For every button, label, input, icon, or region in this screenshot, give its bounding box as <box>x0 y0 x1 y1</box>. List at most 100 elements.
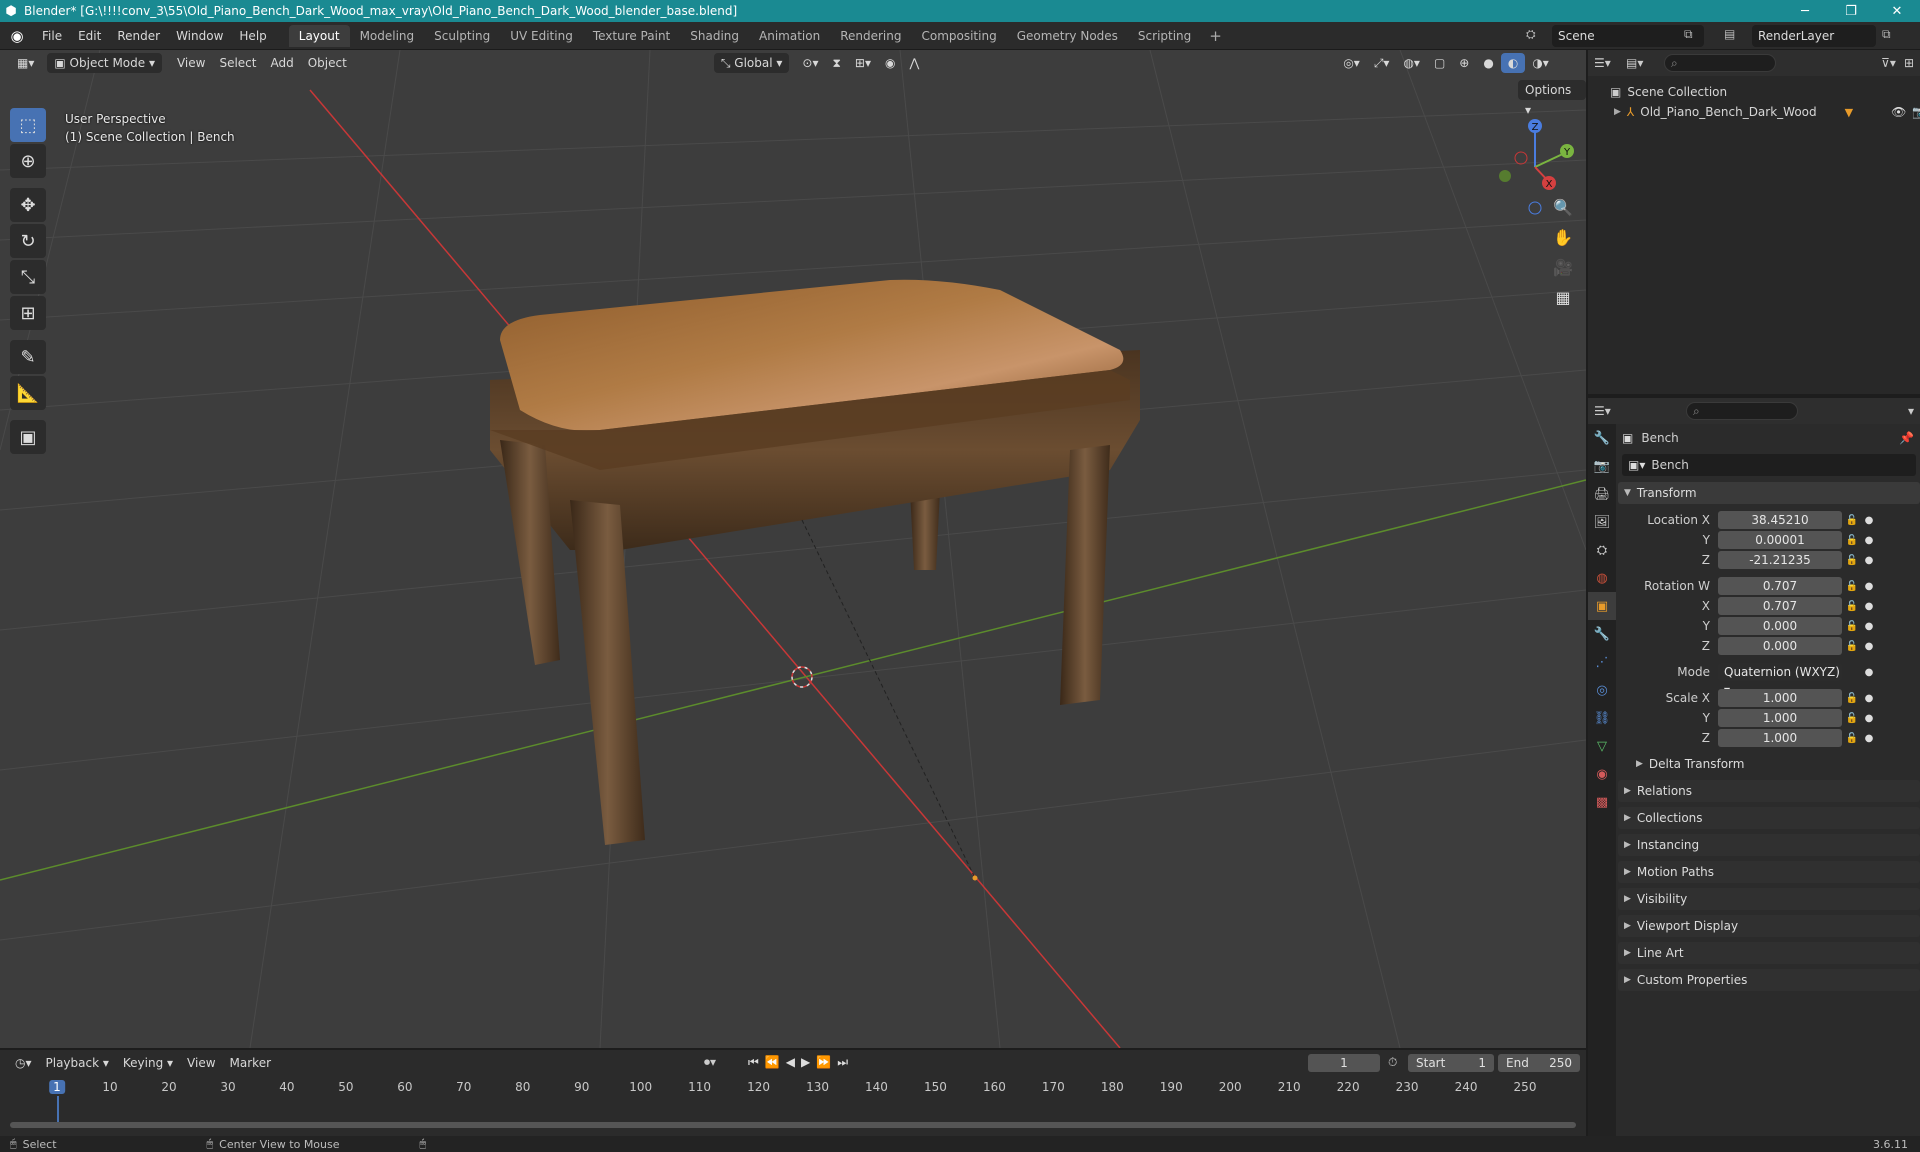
keyframe-dot-icon[interactable]: ● <box>1862 535 1876 546</box>
minimize-button[interactable]: ─ <box>1782 0 1828 22</box>
location-y-field[interactable]: 0.00001 <box>1718 531 1842 549</box>
solid-shading-icon[interactable]: ● <box>1476 53 1500 73</box>
scene-tab-icon[interactable]: ⛭ <box>1588 536 1616 564</box>
tab-shading[interactable]: Shading <box>680 25 749 47</box>
keyframe-dot-icon[interactable]: ● <box>1862 601 1876 612</box>
menu-view[interactable]: View <box>170 53 212 73</box>
object-tab-icon[interactable]: ▣ <box>1588 592 1616 620</box>
outliner-row-object[interactable]: ▶ ⅄ Old_Piano_Bench_Dark_Wood ▼ 👁 📷 <box>1588 102 1920 122</box>
proportional-edit-icon[interactable]: ◉ <box>878 53 902 73</box>
tool-tab-icon[interactable]: 🔧 <box>1588 424 1616 452</box>
tab-rendering[interactable]: Rendering <box>830 25 911 47</box>
lock-icon[interactable]: 🔓 <box>1842 713 1862 724</box>
tab-sculpting[interactable]: Sculpting <box>424 25 500 47</box>
keyframe-dot-icon[interactable]: ● <box>1862 641 1876 652</box>
pan-hand-icon[interactable]: ✋ <box>1548 222 1578 252</box>
tab-scripting[interactable]: Scripting <box>1128 25 1201 47</box>
properties-search-input[interactable]: ⌕ <box>1686 402 1798 420</box>
visibility-section-header[interactable]: ▶ Visibility <box>1618 888 1920 910</box>
outliner-editor-icon[interactable]: ☰▾ <box>1594 56 1626 70</box>
keyframe-dot-icon[interactable]: ● <box>1862 581 1876 592</box>
tab-geometry-nodes[interactable]: Geometry Nodes <box>1007 25 1128 47</box>
scene-selector[interactable]: Scene <box>1552 25 1704 47</box>
outliner-row-scene-collection[interactable]: ▣ Scene Collection <box>1588 82 1920 102</box>
menu-file[interactable]: File <box>34 25 70 47</box>
location-x-field[interactable]: 38.45210 <box>1718 511 1842 529</box>
constraints-tab-icon[interactable]: ⛓ <box>1588 704 1616 732</box>
annotate-tool[interactable]: ✎ <box>10 340 46 374</box>
menu-add[interactable]: Add <box>264 53 301 73</box>
tab-layout[interactable]: Layout <box>288 24 350 47</box>
rotate-tool[interactable]: ↻ <box>10 224 46 258</box>
line-art-section-header[interactable]: ▶ Line Art <box>1618 942 1920 964</box>
menu-help[interactable]: Help <box>231 25 274 47</box>
data-tab-icon[interactable]: ▽ <box>1588 732 1616 760</box>
menu-object[interactable]: Object <box>301 53 354 73</box>
expand-arrow-icon[interactable]: ▶ <box>1614 107 1621 117</box>
material-shading-icon[interactable]: ◐ <box>1500 53 1526 73</box>
visibility-icon[interactable]: ◎▾ <box>1336 53 1367 73</box>
delta-transform-section-header[interactable]: ▶ Delta Transform <box>1630 753 1920 775</box>
output-tab-icon[interactable]: 🖨 <box>1588 480 1616 508</box>
lock-icon[interactable]: 🔓 <box>1842 641 1862 652</box>
lock-icon[interactable]: 🔓 <box>1842 581 1862 592</box>
scale-tool[interactable]: ⤡ <box>10 260 46 294</box>
render-camera-icon[interactable]: 📷 <box>1912 105 1920 119</box>
rotation-y-field[interactable]: 0.000 <box>1718 617 1842 635</box>
lock-icon[interactable]: 🔓 <box>1842 535 1862 546</box>
menu-select[interactable]: Select <box>212 53 263 73</box>
scene-copy-icon[interactable]: ⧉ <box>1684 27 1693 42</box>
lock-icon[interactable]: 🔓 <box>1842 601 1862 612</box>
menu-render[interactable]: Render <box>109 25 168 47</box>
options-dropdown[interactable]: Options ▾ <box>1518 80 1586 117</box>
visibility-eye-icon[interactable]: 👁 <box>1891 105 1906 119</box>
rotation-z-field[interactable]: 0.000 <box>1718 637 1842 655</box>
motion-paths-section-header[interactable]: ▶ Motion Paths <box>1618 861 1920 883</box>
rotation-w-field[interactable]: 0.707 <box>1718 577 1842 595</box>
transform-tool[interactable]: ⊞ <box>10 296 46 330</box>
rendered-shading-icon[interactable]: ◑▾ <box>1525 53 1556 73</box>
lock-icon[interactable]: 🔓 <box>1842 515 1862 526</box>
keyframe-dot-icon[interactable]: ● <box>1862 667 1876 678</box>
filter-icon[interactable]: ⊽▾ <box>1881 56 1896 70</box>
select-box-tool[interactable]: ⬚ <box>10 108 46 142</box>
overlay-toggle-icon[interactable]: ◍▾ <box>1396 53 1427 73</box>
timeline-scrollbar[interactable] <box>10 1122 1576 1128</box>
material-tab-icon[interactable]: ◉ <box>1588 760 1616 788</box>
object-datablock-field[interactable]: ▣▾ Bench <box>1622 454 1916 476</box>
render-tab-icon[interactable]: 📷 <box>1588 452 1616 480</box>
menu-window[interactable]: Window <box>168 25 231 47</box>
keyframe-dot-icon[interactable]: ● <box>1862 733 1876 744</box>
scale-y-field[interactable]: 1.000 <box>1718 709 1842 727</box>
snap-icon[interactable]: ⧗ <box>825 53 847 73</box>
tab-modeling[interactable]: Modeling <box>350 25 425 47</box>
rotation-x-field[interactable]: 0.707 <box>1718 597 1842 615</box>
tab-texture-paint[interactable]: Texture Paint <box>583 25 680 47</box>
outliner-search-input[interactable]: ⌕ <box>1664 54 1776 72</box>
relations-section-header[interactable]: ▶ Relations <box>1618 780 1920 802</box>
transform-section-header[interactable]: ▼ Transform <box>1618 482 1920 504</box>
xray-icon[interactable]: ▢ <box>1427 53 1452 73</box>
falloff-icon[interactable]: ⋀ <box>902 53 926 73</box>
keyframe-dot-icon[interactable]: ● <box>1862 515 1876 526</box>
scale-z-field[interactable]: 1.000 <box>1718 729 1842 747</box>
zoom-icon[interactable]: 🔍 <box>1548 192 1578 222</box>
location-z-field[interactable]: -21.21235 <box>1718 551 1842 569</box>
properties-editor-icon[interactable]: ☰▾ <box>1594 404 1626 418</box>
close-button[interactable]: ✕ <box>1874 0 1920 22</box>
snap-target-icon[interactable]: ⊞▾ <box>848 53 878 73</box>
add-workspace-button[interactable]: + <box>1201 25 1230 47</box>
tab-uv-editing[interactable]: UV Editing <box>500 25 583 47</box>
lock-icon[interactable]: 🔓 <box>1842 693 1862 704</box>
camera-view-icon[interactable]: 🎥 <box>1548 252 1578 282</box>
cursor-tool[interactable]: ⊕ <box>10 144 46 178</box>
tab-compositing[interactable]: Compositing <box>911 25 1006 47</box>
move-tool[interactable]: ✥ <box>10 188 46 222</box>
collections-section-header[interactable]: ▶ Collections <box>1618 807 1920 829</box>
measure-tool[interactable]: 📐 <box>10 376 46 410</box>
properties-options-icon[interactable]: ▾ <box>1908 404 1914 418</box>
transform-orientation-dropdown[interactable]: ⤡ Global ▾ <box>713 53 790 73</box>
custom-properties-section-header[interactable]: ▶ Custom Properties <box>1618 969 1920 991</box>
physics-tab-icon[interactable]: ◎ <box>1588 676 1616 704</box>
render-layer-selector[interactable]: RenderLayer <box>1752 25 1876 47</box>
